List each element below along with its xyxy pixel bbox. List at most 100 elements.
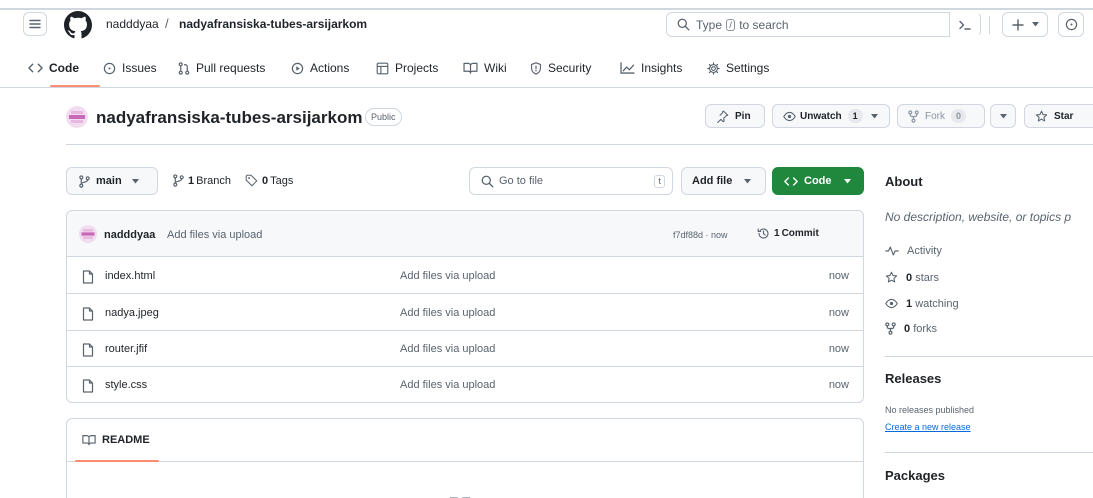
gear-icon xyxy=(707,61,720,75)
command-palette-button[interactable] xyxy=(949,12,979,37)
commit-history-link[interactable]: 1 Commit xyxy=(757,227,819,240)
activity-label: Activity xyxy=(907,245,942,257)
pull-request-icon xyxy=(178,61,190,75)
owner-avatar[interactable] xyxy=(66,106,88,128)
pin-button[interactable]: Pin xyxy=(705,104,765,128)
commit-message[interactable]: Add files via upload xyxy=(167,229,262,241)
branch-selector[interactable]: main xyxy=(66,167,158,195)
code-icon xyxy=(28,62,43,74)
watching-link[interactable]: 1 watching xyxy=(885,297,959,310)
file-commit-message[interactable]: Add files via upload xyxy=(400,343,495,355)
tab-settings[interactable]: Settings xyxy=(707,60,769,76)
eye-icon xyxy=(783,110,796,123)
commit-author[interactable]: nadddyaa xyxy=(104,229,155,241)
search-prefix: Type xyxy=(696,18,723,32)
about-heading: About xyxy=(885,174,923,189)
tags-label: Tags xyxy=(270,174,294,187)
create-new-button[interactable] xyxy=(1002,12,1048,37)
tab-projects[interactable]: Projects xyxy=(376,60,438,76)
header-divider xyxy=(989,16,990,34)
triangle-down-icon xyxy=(843,178,851,184)
file-row[interactable]: index.html Add files via upload now xyxy=(67,258,863,294)
file-time: now xyxy=(828,307,849,319)
file-commit-message[interactable]: Add files via upload xyxy=(400,379,495,391)
play-icon xyxy=(291,62,304,75)
graph-icon xyxy=(620,62,635,74)
visibility-badge: Public xyxy=(365,108,402,126)
tab-label: Actions xyxy=(310,61,350,75)
tab-code[interactable]: Code xyxy=(28,60,79,76)
star-button[interactable]: Star xyxy=(1024,104,1093,128)
file-name[interactable]: nadya.jpeg xyxy=(105,307,159,319)
tab-label: Insights xyxy=(641,61,683,75)
file-commit-message[interactable]: Add files via upload xyxy=(400,307,495,319)
file-time: now xyxy=(828,343,849,355)
branches-count: 1 xyxy=(188,174,195,187)
header-top-border xyxy=(0,8,1093,10)
add-file-label: Add file xyxy=(692,175,733,187)
breadcrumb-owner[interactable]: nadddyaa xyxy=(106,17,159,31)
file-browser: nadddyaa Add files via upload f7df88d · … xyxy=(66,210,864,403)
book-icon xyxy=(82,434,96,446)
search-shortcut-key: / xyxy=(726,19,735,31)
tags-link[interactable]: 0 Tags xyxy=(245,174,293,187)
sidebar-divider xyxy=(885,356,1093,357)
breadcrumb-repo[interactable]: nadyafransiska-tubes-arsijarkom xyxy=(179,17,367,31)
menu-button[interactable] xyxy=(23,12,47,36)
unwatch-button[interactable]: Unwatch 1 xyxy=(772,104,890,128)
commit-author-avatar[interactable] xyxy=(79,225,97,243)
file-commit-message[interactable]: Add files via upload xyxy=(400,270,495,282)
releases-heading[interactable]: Releases xyxy=(885,371,941,386)
commit-label: Commit xyxy=(781,228,819,239)
tab-pull-requests[interactable]: Pull requests xyxy=(178,60,265,76)
branches-link[interactable]: 1 Branch xyxy=(173,174,231,187)
nav-border xyxy=(0,87,1093,88)
watching-count: 1 xyxy=(906,297,913,310)
issues-button[interactable] xyxy=(1058,12,1084,37)
github-logo-icon[interactable] xyxy=(64,11,92,39)
star-label: Star xyxy=(1054,110,1074,122)
tab-wiki[interactable]: Wiki xyxy=(463,60,507,76)
packages-heading[interactable]: Packages xyxy=(885,468,945,483)
code-button[interactable]: Code xyxy=(772,167,864,195)
file-row[interactable]: nadya.jpeg Add files via upload now xyxy=(67,295,863,331)
book-icon xyxy=(463,62,478,74)
file-row[interactable]: router.jfif Add files via upload now xyxy=(67,331,863,367)
plus-icon xyxy=(1011,18,1024,31)
shield-icon xyxy=(530,61,542,75)
add-file-button[interactable]: Add file xyxy=(681,167,766,195)
file-time: now xyxy=(828,379,849,391)
tab-insights[interactable]: Insights xyxy=(620,60,682,76)
about-description: No description, website, or topics p xyxy=(885,210,1072,224)
tab-label: Projects xyxy=(395,61,439,75)
triangle-down-icon xyxy=(1031,22,1039,27)
forks-count: 0 xyxy=(904,322,911,335)
tab-label: Issues xyxy=(122,61,157,75)
code-icon xyxy=(784,176,798,187)
repo-title[interactable]: nadyafransiska-tubes-arsijarkom xyxy=(96,108,362,128)
tab-actions[interactable]: Actions xyxy=(291,60,349,76)
search-input[interactable]: Type / to search xyxy=(666,12,981,37)
fork-button[interactable]: Fork 0 xyxy=(897,104,985,128)
stars-link[interactable]: 0 stars xyxy=(885,271,939,284)
tab-security[interactable]: Security xyxy=(530,60,591,76)
file-time: now xyxy=(828,270,849,282)
create-release-link[interactable]: Create a new release xyxy=(885,422,971,432)
terminal-icon xyxy=(958,19,972,31)
file-row[interactable]: style.css Add files via upload now xyxy=(67,367,863,402)
pin-icon xyxy=(716,110,729,123)
readme-tab[interactable]: README xyxy=(82,434,150,446)
fork-dropdown-button[interactable] xyxy=(990,104,1016,128)
tab-issues[interactable]: Issues xyxy=(103,60,157,76)
tab-label: Security xyxy=(548,61,592,75)
file-name[interactable]: style.css xyxy=(105,379,147,391)
hamburger-icon xyxy=(29,18,41,30)
forks-link[interactable]: 0 forks xyxy=(885,322,937,335)
branch-icon xyxy=(79,174,90,188)
file-name[interactable]: router.jfif xyxy=(105,343,147,355)
go-to-file-input[interactable]: Go to file t xyxy=(469,167,673,195)
commit-hash-time[interactable]: f7df88d · now xyxy=(673,230,728,240)
tab-label: Settings xyxy=(726,61,770,75)
file-name[interactable]: index.html xyxy=(105,270,155,282)
activity-link[interactable]: Activity xyxy=(885,245,942,257)
